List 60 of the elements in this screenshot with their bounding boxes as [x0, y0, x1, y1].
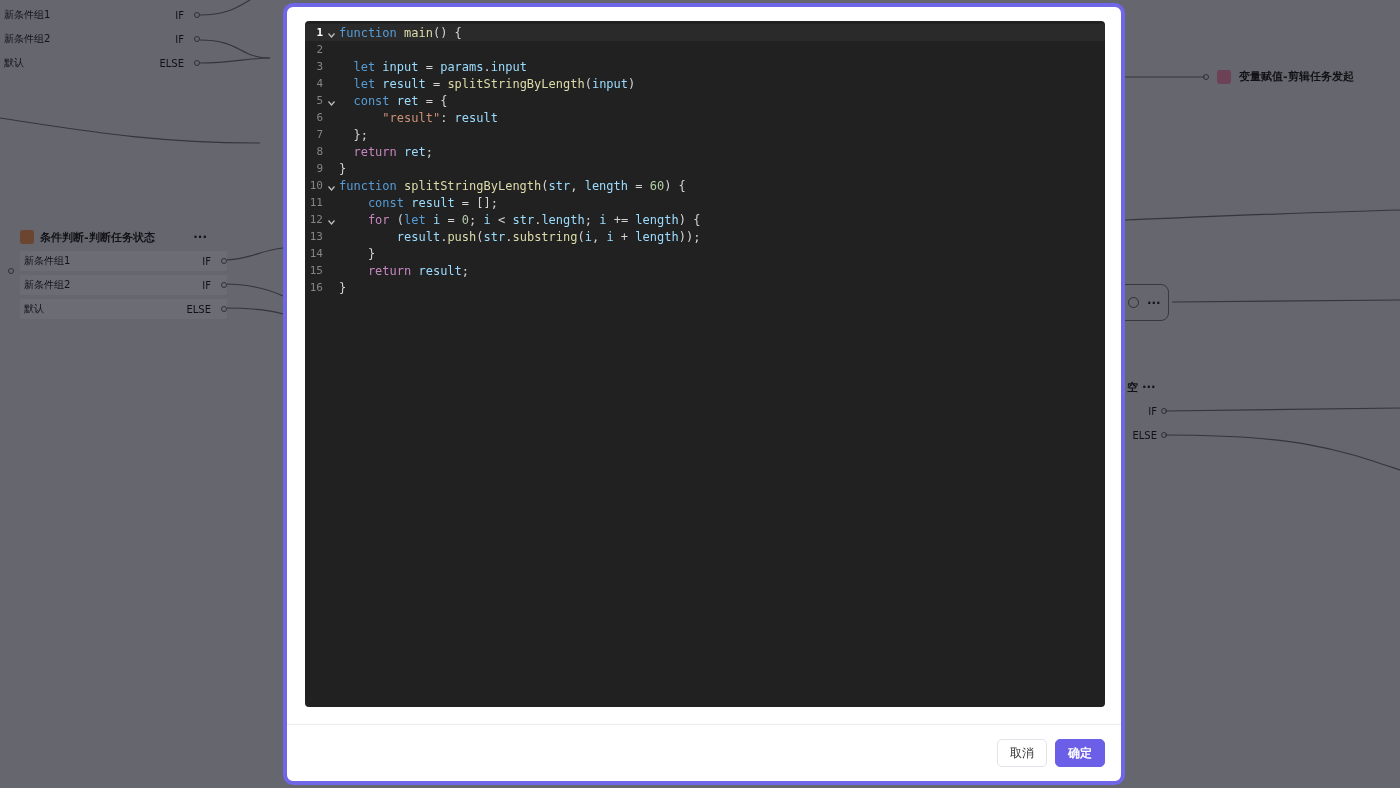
line-number: 11 — [308, 196, 323, 209]
node-title: 空 — [1127, 379, 1138, 395]
line-number: 7 — [315, 128, 323, 141]
condition-label: 默认 — [3, 56, 25, 70]
line-number: 3 — [315, 60, 323, 73]
code-line: return result; — [366, 263, 470, 278]
line-number: 14 — [308, 247, 323, 260]
more-button[interactable]: ··· — [1142, 380, 1156, 394]
code-line: for (let i = 0; i < str.length; i += length) { — [366, 212, 701, 227]
branch-label: IF — [202, 279, 211, 291]
confirm-button[interactable]: 确定 — [1055, 739, 1105, 767]
branch-label: IF — [175, 33, 184, 45]
node-type-icon — [1217, 69, 1231, 84]
branch-label: ELSE — [1132, 429, 1157, 441]
branch-label: ELSE — [159, 57, 184, 69]
code-line: const ret = { — [352, 93, 448, 108]
code-line: result.push(str.substring(i, i + length)); — [395, 229, 701, 244]
code-line: return ret; — [352, 144, 433, 159]
code-line: function splitStringByLength(str, length = 60) { — [339, 178, 686, 193]
cancel-button[interactable]: 取消 — [997, 739, 1047, 767]
condition-label: 新条件组1 — [23, 254, 72, 268]
code-line: let input = params.input — [352, 59, 527, 74]
code-line: } — [339, 161, 347, 176]
more-button[interactable]: ··· — [1147, 295, 1161, 310]
line-number: 9 — [315, 162, 323, 175]
code-line: let result = splitStringByLength(input) — [352, 76, 636, 91]
more-button[interactable]: ··· — [193, 230, 207, 244]
code-line: } — [339, 280, 347, 295]
branch-label: ELSE — [186, 303, 211, 315]
code-line: "result": result — [381, 110, 498, 125]
node-title: 条件判断-判断任务状态 — [40, 229, 155, 245]
fold-caret-icon[interactable] — [327, 32, 335, 38]
branch-label: IF — [202, 255, 211, 267]
condition-label: 新条件组1 — [3, 8, 52, 22]
line-number: 12 — [308, 213, 323, 226]
condition-label: 默认 — [23, 302, 45, 316]
fold-caret-icon[interactable] — [327, 185, 335, 191]
code-line: function main() { — [339, 25, 462, 40]
condition-label: 新条件组2 — [3, 32, 52, 46]
branch-label: IF — [1148, 405, 1157, 417]
line-number: 5 — [315, 94, 323, 107]
fold-caret-icon[interactable] — [327, 219, 335, 225]
code-line: }; — [352, 127, 368, 142]
line-number: 15 — [308, 264, 323, 277]
line-number: 6 — [315, 111, 323, 124]
line-number: 10 — [308, 179, 323, 192]
node-type-icon — [20, 230, 34, 244]
code-line: } — [366, 246, 376, 261]
connector-line — [199, 0, 251, 16]
code-line: const result = []; — [366, 195, 498, 210]
line-number: 1 — [315, 26, 323, 39]
line-number: 16 — [308, 281, 323, 294]
fold-caret-icon[interactable] — [327, 100, 335, 106]
node-title: 变量赋值-剪辑任务发起 — [1239, 69, 1354, 84]
branch-label: IF — [175, 9, 184, 21]
line-number: 2 — [315, 43, 323, 56]
line-number: 4 — [315, 77, 323, 90]
line-number: 13 — [308, 230, 323, 243]
line-number: 8 — [315, 145, 323, 158]
condition-label: 新条件组2 — [23, 278, 72, 292]
